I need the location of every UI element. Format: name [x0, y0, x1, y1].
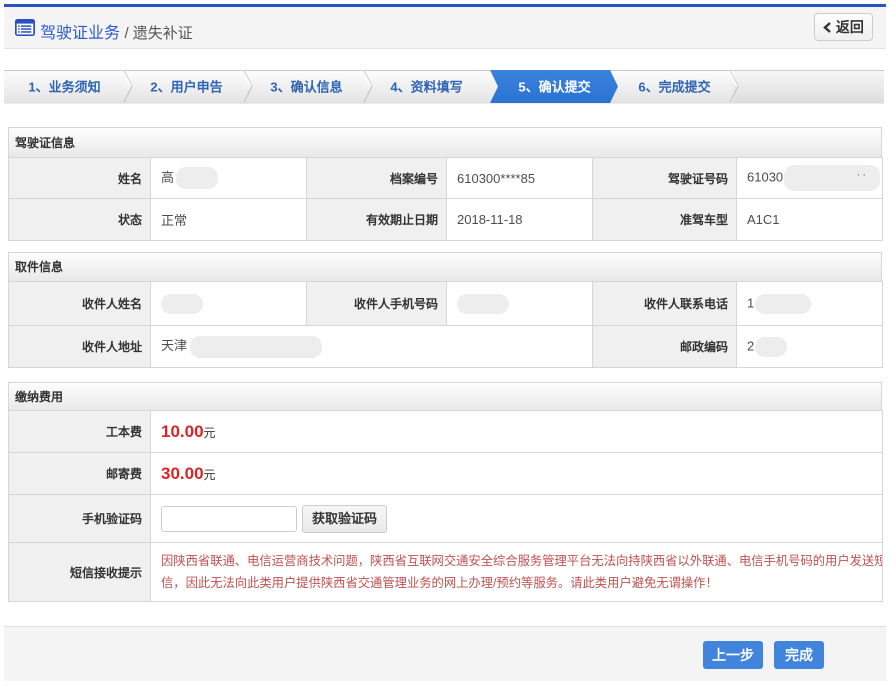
svg-text:6、完成提交: 6、完成提交 — [638, 80, 710, 95]
svg-text:3、确认信息: 3、确认信息 — [270, 80, 342, 95]
svg-text:5、确认提交: 5、确认提交 — [518, 80, 590, 95]
svg-text:1、业务须知: 1、业务须知 — [28, 80, 100, 95]
svg-text:2、用户申告: 2、用户申告 — [150, 80, 222, 95]
svg-text:4、资料填写: 4、资料填写 — [390, 80, 462, 95]
